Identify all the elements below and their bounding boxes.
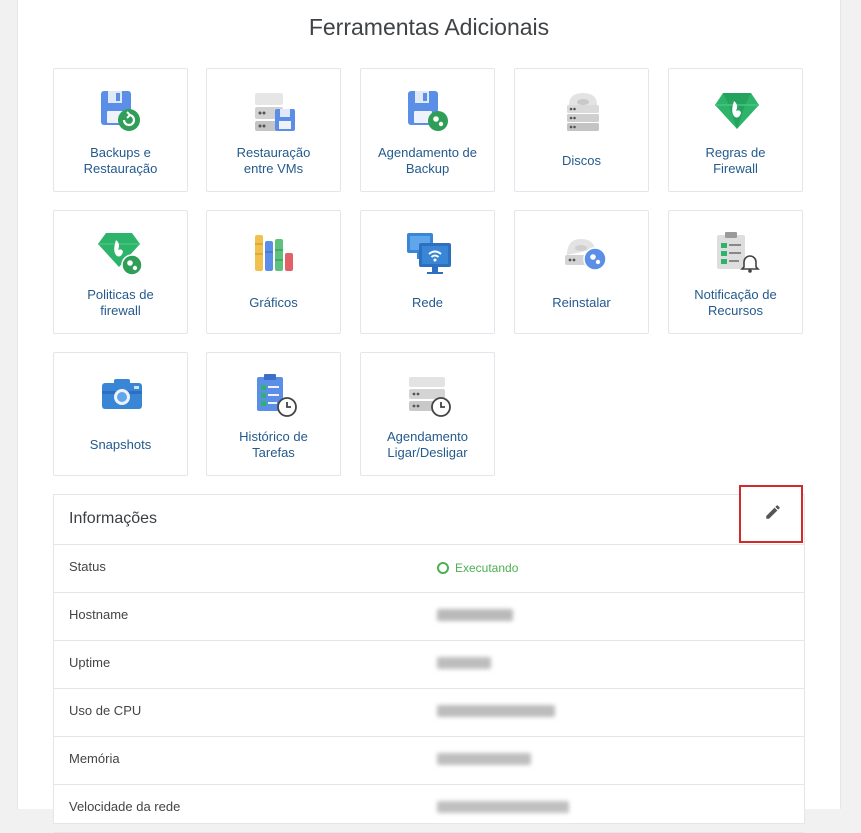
tool-resource-notification[interactable]: Notificação de Recursos bbox=[668, 210, 803, 334]
tool-label: Rede bbox=[411, 295, 444, 310]
info-label: Uptime bbox=[69, 655, 111, 670]
tool-label: Histórico de Tarefas bbox=[239, 429, 308, 460]
info-label: Hostname bbox=[69, 607, 129, 622]
reinstall-icon bbox=[565, 239, 607, 271]
tool-charts[interactable]: Gráficos bbox=[206, 210, 341, 334]
tool-firewall-policy[interactable]: Politicas de firewall bbox=[53, 210, 188, 334]
information-card: Informações Status Executando Hostname U… bbox=[53, 485, 805, 833]
tool-label: Backups e Restauração bbox=[83, 145, 158, 176]
info-row-cpu: Uso de CPU bbox=[54, 688, 804, 737]
information-header: Informações bbox=[54, 485, 804, 545]
info-label: Memória bbox=[69, 751, 120, 766]
info-row-hostname: Hostname bbox=[54, 592, 804, 641]
tool-label: Snapshots bbox=[89, 437, 152, 452]
info-label: Status bbox=[69, 559, 106, 574]
snapshot-icon bbox=[102, 379, 142, 409]
tool-label: Reinstalar bbox=[552, 295, 611, 310]
tool-firewall-rules[interactable]: Regras de Firewall bbox=[668, 68, 803, 192]
vm-restore-icon bbox=[255, 93, 295, 131]
tool-label: Agendamento Ligar/Desligar bbox=[387, 429, 468, 460]
tool-network[interactable]: Rede bbox=[360, 210, 495, 334]
status-value: Executando bbox=[437, 561, 518, 575]
disks-icon bbox=[567, 93, 599, 131]
information-title: Informações bbox=[69, 510, 158, 527]
info-row-uptime: Uptime bbox=[54, 640, 804, 689]
tool-label: Regras de Firewall bbox=[705, 145, 766, 176]
tool-reinstall[interactable]: Reinstalar bbox=[514, 210, 649, 334]
status-indicator-icon bbox=[437, 562, 449, 574]
info-row-status: Status Executando bbox=[54, 544, 804, 593]
redacted-value bbox=[437, 705, 555, 720]
redacted-value bbox=[437, 753, 531, 768]
tool-snapshots[interactable]: Snapshots bbox=[53, 352, 188, 476]
tool-label: Restauração entre VMs bbox=[236, 145, 311, 176]
task-history-icon bbox=[257, 374, 297, 417]
tool-label: Agendamento de Backup bbox=[377, 145, 478, 176]
edit-information-button[interactable] bbox=[739, 485, 803, 543]
info-label: Uso de CPU bbox=[69, 703, 142, 718]
backup-schedule-icon bbox=[408, 91, 448, 131]
firewall-rules-icon bbox=[715, 93, 759, 129]
tool-label: Gráficos bbox=[249, 295, 298, 310]
tool-backups-restore[interactable]: Backups e Restauração bbox=[53, 68, 188, 192]
network-icon bbox=[407, 233, 451, 274]
info-label: Velocidade da rede bbox=[69, 799, 181, 814]
tool-vm-restore[interactable]: Restauração entre VMs bbox=[206, 68, 341, 192]
redacted-value bbox=[437, 609, 513, 624]
tool-disks[interactable]: Discos bbox=[514, 68, 649, 192]
main-panel: Ferramentas Adicionais Backups e Restaura… bbox=[17, 0, 841, 833]
tool-label: Politicas de firewall bbox=[87, 287, 154, 318]
backup-restore-icon bbox=[101, 91, 140, 131]
firewall-policy-icon bbox=[98, 233, 143, 276]
power-schedule-icon bbox=[409, 377, 451, 417]
info-row-memory: Memória bbox=[54, 736, 804, 785]
tool-power-schedule[interactable]: Agendamento Ligar/Desligar bbox=[360, 352, 495, 476]
pencil-icon bbox=[766, 505, 780, 519]
redacted-value bbox=[437, 657, 491, 672]
tool-backup-schedule[interactable]: Agendamento de Backup bbox=[360, 68, 495, 192]
charts-icon bbox=[255, 235, 293, 271]
resource-notification-icon bbox=[717, 232, 760, 273]
tool-label: Notificação de Recursos bbox=[694, 287, 777, 318]
page-title: Ferramentas Adicionais bbox=[308, 14, 550, 40]
tool-task-history[interactable]: Histórico de Tarefas bbox=[206, 352, 341, 476]
tool-label: Discos bbox=[561, 153, 601, 168]
